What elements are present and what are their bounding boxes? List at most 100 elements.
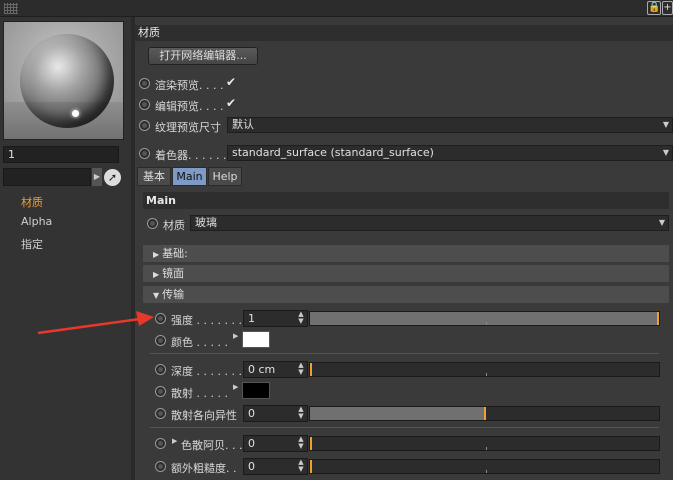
- dispersion-label: 色散阿贝. . .: [181, 439, 243, 452]
- chevron-down-icon: ▼: [662, 148, 669, 157]
- depth-input[interactable]: 0 cm ▲ ▼: [243, 361, 308, 378]
- slider-tick: [486, 373, 487, 376]
- input-value: 0: [248, 460, 255, 473]
- material-label: 材质: [163, 219, 185, 232]
- strength-label: 强度 . . . . . . . .: [171, 314, 249, 327]
- shader-label: 着色器. . . . . . .: [155, 149, 234, 162]
- depth-label: 深度 . . . . . . . .: [171, 365, 249, 378]
- slider-tick: [486, 470, 487, 473]
- divider: [150, 427, 659, 428]
- anisotropy-label: 散射各向异性: [171, 409, 237, 422]
- chevron-right-icon[interactable]: ▶: [172, 437, 177, 445]
- radio-icon[interactable]: [139, 148, 150, 159]
- extra-roughness-slider[interactable]: [309, 459, 660, 474]
- strength-slider[interactable]: [309, 311, 660, 326]
- scatter-label: 散射 . . . . .: [171, 387, 228, 400]
- section-label: 基础:: [162, 247, 188, 260]
- texture-preview-size-label: 纹理预览尺寸: [155, 121, 221, 134]
- section-transmission[interactable]: ▼ 传输: [143, 286, 669, 303]
- chevron-down-icon: ▼: [662, 120, 669, 129]
- input-value: 0: [248, 437, 255, 450]
- grip-icon[interactable]: [4, 3, 18, 14]
- radio-icon[interactable]: [155, 438, 166, 449]
- radio-icon[interactable]: [139, 99, 150, 110]
- panel-title: 材质: [135, 25, 673, 41]
- slider-knob[interactable]: [310, 363, 312, 376]
- slider-knob[interactable]: [310, 437, 312, 450]
- strength-input[interactable]: 1 ▲ ▼: [243, 310, 308, 327]
- slider-fill: [310, 312, 659, 325]
- arrow-annotation: [37, 311, 154, 335]
- radio-icon[interactable]: [155, 386, 166, 397]
- pick-cursor-icon[interactable]: ➚: [104, 169, 121, 186]
- chevron-right-icon[interactable]: ▶: [233, 383, 238, 391]
- open-node-editor-button[interactable]: 打开网络编辑器...: [148, 47, 258, 65]
- preview-number-field[interactable]: 1: [3, 146, 119, 163]
- chevron-right-icon: ▶: [153, 250, 160, 259]
- stepper-icon[interactable]: ▲ ▼: [298, 459, 304, 473]
- stepper-icon[interactable]: ▲ ▼: [298, 311, 304, 325]
- window-top-bar: [0, 0, 673, 17]
- dropdown-value: 默认: [232, 118, 254, 131]
- new-window-icon[interactable]: +: [662, 1, 673, 15]
- nav-item-material[interactable]: 材质: [21, 194, 43, 210]
- extra-roughness-input[interactable]: 0 ▲ ▼: [243, 458, 308, 475]
- radio-icon[interactable]: [155, 313, 166, 324]
- slider-knob[interactable]: [484, 407, 486, 420]
- render-preview-label: 渲染预览. . . .: [155, 79, 224, 92]
- slider-knob[interactable]: [310, 460, 312, 473]
- search-input[interactable]: [3, 168, 91, 186]
- texture-preview-size-dropdown[interactable]: 默认 ▼: [227, 117, 673, 133]
- radio-icon[interactable]: [147, 218, 158, 229]
- color-swatch[interactable]: [242, 331, 270, 348]
- nav-item-alpha[interactable]: Alpha: [21, 215, 52, 228]
- material-preview[interactable]: [3, 21, 124, 140]
- color-label: 颜色 . . . . .: [171, 336, 228, 349]
- section-base[interactable]: ▶ 基础:: [143, 245, 669, 262]
- input-value: 0: [248, 407, 255, 420]
- dropdown-value: 玻璃: [195, 216, 217, 229]
- tab-help[interactable]: Help: [208, 167, 242, 186]
- dispersion-input[interactable]: 0 ▲ ▼: [243, 435, 308, 452]
- radio-icon[interactable]: [155, 335, 166, 346]
- stepper-icon[interactable]: ▲ ▼: [298, 362, 304, 376]
- radio-icon[interactable]: [139, 120, 150, 131]
- scatter-color-swatch[interactable]: [242, 382, 270, 399]
- dispersion-slider[interactable]: [309, 436, 660, 451]
- extra-roughness-label: 额外粗糙度. .: [171, 462, 237, 475]
- stepper-icon[interactable]: ▲ ▼: [298, 406, 304, 420]
- chevron-right-icon: ▶: [153, 270, 160, 279]
- material-dropdown[interactable]: 玻璃 ▼: [190, 215, 669, 231]
- render-preview-checkbox[interactable]: ✔: [226, 75, 236, 89]
- input-value: 0 cm: [248, 363, 276, 376]
- dropdown-value: standard_surface (standard_surface): [232, 146, 434, 159]
- shader-dropdown[interactable]: standard_surface (standard_surface) ▼: [227, 145, 673, 161]
- section-label: 镜面: [162, 267, 185, 280]
- stepper-icon[interactable]: ▲ ▼: [298, 436, 304, 450]
- chevron-right-icon[interactable]: ▶: [233, 332, 238, 340]
- chevron-down-icon: ▼: [658, 218, 665, 227]
- depth-slider[interactable]: [309, 362, 660, 377]
- slider-tick: [486, 322, 487, 325]
- tab-basic[interactable]: 基本: [137, 167, 171, 186]
- divider: [150, 353, 659, 354]
- radio-icon[interactable]: [155, 408, 166, 419]
- editor-preview-checkbox[interactable]: ✔: [226, 96, 236, 110]
- lock-icon[interactable]: 🔒: [647, 1, 661, 15]
- slider-tick: [486, 447, 487, 450]
- input-value: 1: [248, 312, 255, 325]
- slider-fill: [310, 407, 485, 420]
- radio-icon[interactable]: [155, 461, 166, 472]
- section-specular[interactable]: ▶ 镜面: [143, 265, 669, 282]
- radio-icon[interactable]: [155, 364, 166, 375]
- tab-main[interactable]: Main: [172, 167, 207, 186]
- anisotropy-input[interactable]: 0 ▲ ▼: [243, 405, 308, 422]
- anisotropy-slider[interactable]: [309, 406, 660, 421]
- radio-icon[interactable]: [139, 78, 150, 89]
- chevron-right-icon[interactable]: ▶: [92, 168, 102, 186]
- editor-preview-label: 编辑预览. . . .: [155, 100, 224, 113]
- slider-knob[interactable]: [657, 312, 659, 325]
- section-label: 传输: [162, 288, 185, 301]
- nav-item-assign[interactable]: 指定: [21, 236, 43, 252]
- section-title: Main: [143, 192, 669, 209]
